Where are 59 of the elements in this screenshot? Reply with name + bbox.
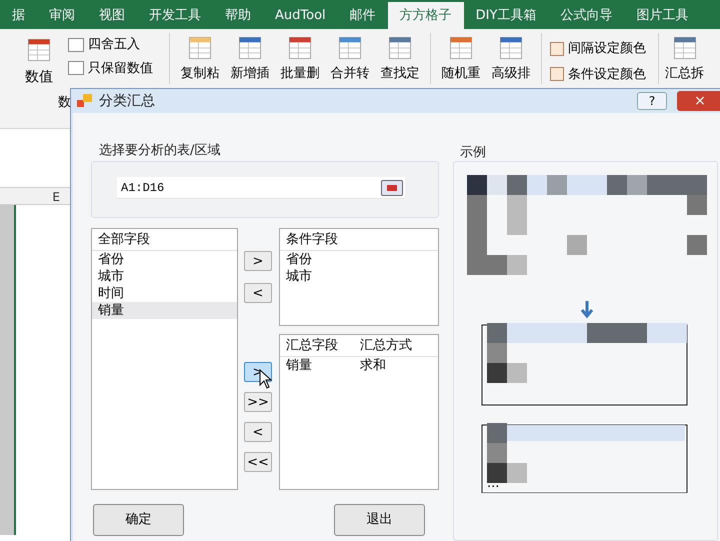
list-item[interactable]: 时间 [92,285,237,302]
ribbon-tab[interactable]: 视图 [87,2,137,29]
list-item[interactable]: 销量 [92,302,237,319]
range-picker-icon[interactable] [381,180,403,196]
ribbon-command[interactable]: 四舍五入 [68,35,153,54]
list-item[interactable]: 城市 [92,268,237,285]
list-header: 全部字段 [92,229,237,251]
column-header: E [52,189,60,204]
move-button[interactable]: >> [244,392,272,412]
ribbon-command[interactable]: 只保留数值 [68,58,153,78]
ellipsis-text: ... [487,477,500,490]
ribbon-tab[interactable]: DIY工具箱 [464,2,548,29]
value-button[interactable]: 数值 [14,33,64,88]
move-button[interactable]: < [244,283,272,303]
ribbon-tab[interactable]: 公式向导 [548,2,624,29]
table-cell-text: 销量 [285,357,313,375]
ribbon-button[interactable]: 高级排 [487,35,535,84]
group-label: 数 [58,94,71,112]
list-item[interactable]: 省份 [280,251,438,268]
move-button[interactable]: << [244,452,272,472]
list-header: 条件字段 [280,229,438,251]
list-box[interactable]: 条件字段 省份 城市 [279,228,439,326]
list-box[interactable]: 汇总字段 汇总方式 销量 求和 [279,334,439,490]
dialog-button[interactable]: 退出 [334,504,425,536]
list-box[interactable]: 全部字段 省份 城市 时间 销量 [91,228,238,490]
ribbon-tab[interactable]: 方方格子 [388,2,464,29]
ribbon-button[interactable]: 复制粘 [176,35,224,84]
ribbon-tab[interactable]: 邮件 [338,2,388,29]
ribbon-button[interactable]: 批量删 [276,35,324,84]
ribbon-tab[interactable]: 开发工具 [137,2,213,29]
ribbon-button[interactable]: 汇总拆 [658,33,704,84]
app-icon [77,94,93,108]
ribbon-button[interactable]: 新增插 [226,35,274,84]
ribbon-tab[interactable]: 据 [0,2,37,29]
section-label: 选择要分析的表/区域 [99,142,220,160]
close-button[interactable]: × [677,91,720,111]
table-cell-text: 求和 [359,357,387,375]
ribbon-command[interactable]: 间隔设定颜色 [550,39,646,58]
grid-icon [550,67,564,82]
ribbon-tab[interactable]: 帮助 [213,2,263,29]
dialog-button[interactable]: 确定 [93,504,184,536]
move-button[interactable]: < [244,422,272,442]
ribbon-tab[interactable]: 审阅 [37,2,87,29]
ribbon-command[interactable]: 条件设定颜色 [550,64,646,84]
ribbon-button[interactable]: 随机重 [437,35,485,84]
grid-icon [550,42,564,56]
move-button[interactable]: > [244,251,272,271]
range-field[interactable]: A1:D16 [117,177,405,199]
list-item[interactable]: 城市 [280,268,438,285]
column-header: 汇总字段 [285,337,339,355]
help-button[interactable]: ? [637,92,667,110]
ribbon-tab[interactable]: 图片工具 [624,2,700,29]
ribbon-tab[interactable]: AudTool [263,2,338,29]
ribbon-button[interactable]: 查找定 [376,35,424,84]
column-header: 汇总方式 [359,337,413,355]
dialog-title: 分类汇总 [99,92,155,110]
list-item[interactable]: 省份 [92,251,237,268]
section-label: 示例 [460,144,486,162]
ribbon-button[interactable]: 合并转 [326,35,374,84]
